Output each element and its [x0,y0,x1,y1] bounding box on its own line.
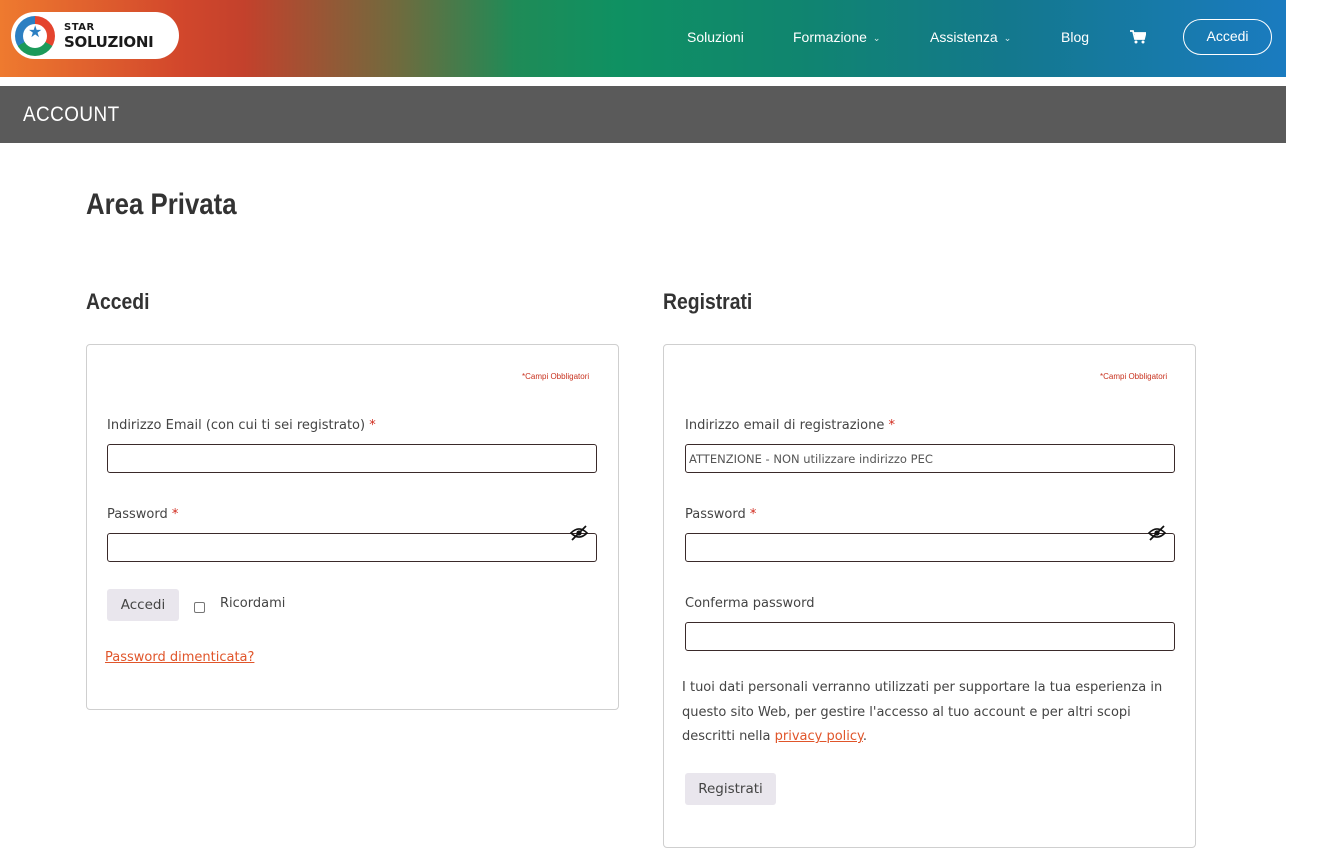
nav-item-label: Formazione [793,29,867,45]
confirm-password-label: Conferma password [685,596,815,611]
login-password-label: Password * [107,507,178,522]
nav-item-assistenza[interactable]: Assistenza ⌄ [930,29,1011,47]
privacy-text-end: . [862,729,868,744]
cart-icon[interactable] [1130,30,1146,44]
chevron-down-icon: ⌄ [872,33,881,43]
required-mark: * [749,507,757,522]
nav-item-blog[interactable]: Blog [1061,29,1089,45]
label-text: Indirizzo Email (con cui ti sei registra… [107,418,366,433]
login-submit-button[interactable]: Accedi [107,589,179,621]
login-section-title: Accedi [86,289,150,314]
privacy-notice: I tuoi dati personali verranno utilizzat… [682,676,1182,750]
chevron-down-icon: ⌄ [1003,33,1012,43]
register-email-input[interactable] [685,444,1175,473]
register-email-label: Indirizzo email di registrazione * [685,418,895,433]
register-submit-button[interactable]: Registrati [685,773,776,805]
star-glyph: ★ [28,22,43,41]
register-password-label: Password * [685,507,756,522]
account-title: ACCOUNT [23,103,120,126]
eye-slash-icon[interactable] [1147,525,1167,541]
logo-text-top: STAR [64,22,95,33]
required-note: *Campi Obbligatori [1100,372,1168,381]
label-text: Password [685,507,746,522]
site-header: ★ STAR SOLUZIONI Soluzioni Formazione ⌄ A… [0,0,1286,77]
privacy-policy-link[interactable]: privacy policy [775,729,863,744]
page-title: Area Privata [86,188,237,221]
register-section-title: Registrati [663,289,753,314]
label-text: Indirizzo email di registrazione [685,418,885,433]
required-mark: * [888,418,895,433]
privacy-text: I tuoi dati personali verranno utilizzat… [682,680,1163,744]
nav-item-soluzioni[interactable]: Soluzioni [687,29,744,45]
site-logo[interactable]: ★ STAR SOLUZIONI [11,12,179,59]
login-password-input[interactable] [107,533,597,562]
label-text: Password [107,507,168,522]
header-login-button[interactable]: Accedi [1183,19,1272,55]
register-password-input[interactable] [685,533,1175,562]
forgot-password-link[interactable]: Password dimenticata? [105,650,254,665]
login-email-label: Indirizzo Email (con cui ti sei registra… [107,418,376,433]
required-mark: * [369,418,376,433]
account-bar: ACCOUNT [0,86,1286,143]
login-email-input[interactable] [107,444,597,473]
nav-item-label: Assistenza [930,29,998,45]
remember-label: Ricordami [220,596,286,611]
remember-checkbox[interactable] [194,602,205,613]
eye-slash-icon[interactable] [569,525,589,541]
confirm-password-input[interactable] [685,622,1175,651]
required-note: *Campi Obbligatori [522,372,590,381]
logo-text-bottom: SOLUZIONI [64,33,154,51]
nav-item-formazione[interactable]: Formazione ⌄ [793,29,880,47]
required-mark: * [171,507,179,522]
